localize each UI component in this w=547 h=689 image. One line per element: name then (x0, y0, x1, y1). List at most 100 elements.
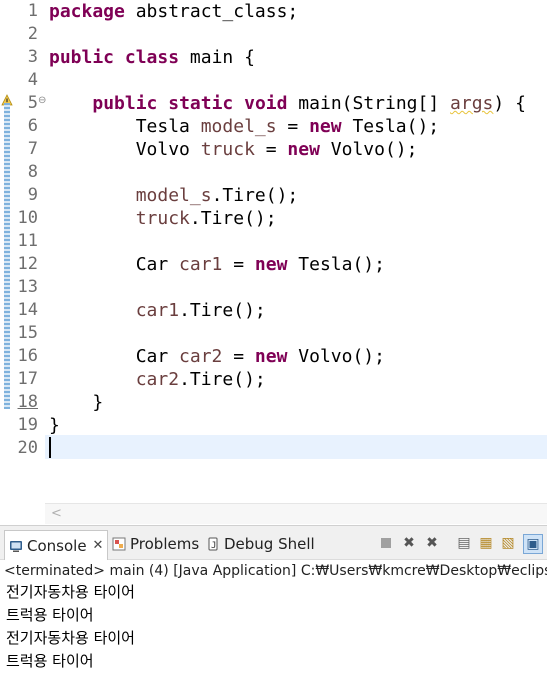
code-token: Tesla (49, 116, 201, 137)
line-number: 20 (17, 438, 38, 458)
code-token: Car (49, 254, 180, 275)
code-line[interactable]: truck.Tire(); (49, 207, 277, 230)
keyword-token: new (254, 346, 288, 367)
variable-token: truck (135, 208, 190, 229)
keyword-token: public (49, 47, 115, 68)
code-token: main { (179, 47, 255, 68)
code-line[interactable]: Volvo truck = new Volvo(); (49, 138, 418, 161)
line-number: 4 (27, 70, 38, 90)
line-number: 10 (17, 208, 38, 228)
code-line[interactable]: public class main { (49, 46, 255, 69)
code-token: Tesla(); (287, 254, 385, 275)
keyword-token: new (254, 254, 288, 275)
code-line[interactable]: } (49, 391, 103, 414)
console-output-line: 전기자동차용 타이어 (6, 629, 135, 647)
code-token: Volvo (49, 139, 201, 160)
scroll-lock-icon[interactable]: ▦ (477, 534, 495, 552)
line-number: 5 (27, 93, 38, 113)
code-area[interactable]: package abstract_class;public class main… (49, 0, 547, 503)
debug-shell-icon: J (208, 537, 218, 551)
code-token: = (276, 116, 310, 137)
code-token: .Tire(); (179, 300, 266, 321)
line-number: 2 (27, 24, 38, 44)
text-caret (49, 437, 51, 458)
keyword-token: static (168, 93, 234, 114)
line-number: 19 (17, 415, 38, 435)
tab-debug-shell[interactable]: J Debug Shell (206, 532, 315, 556)
variable-token: car1 (179, 254, 223, 275)
tab-debug-shell-label: Debug Shell (224, 535, 315, 553)
variable-token: truck (200, 139, 255, 160)
line-number: 11 (17, 231, 38, 251)
close-icon[interactable]: ✕ (93, 538, 104, 553)
code-token: Volvo(); (287, 346, 385, 367)
remove-all-icon[interactable]: ✖ (423, 534, 441, 552)
line-number-gutter: 1 2 3 4 5 6 7 8 9 10 11 12 13 14 15 16 17 18 19 20 (14, 0, 45, 503)
remove-launch-icon[interactable]: ✖ (400, 534, 418, 552)
code-editor[interactable]: 1 2 3 4 5 6 7 8 9 10 11 12 13 14 15 16 17 18 19 20 package … (0, 0, 547, 524)
pin-console-icon[interactable]: ▣ (523, 534, 543, 554)
horizontal-scrollbar[interactable]: < (45, 503, 547, 524)
line-number: 18 (17, 392, 38, 412)
overview-ruler (0, 0, 14, 503)
console-output-line: 트럭용 타이어 (6, 606, 94, 624)
keyword-token: new (287, 139, 320, 160)
code-token: .Tire(); (189, 208, 277, 229)
line-number: 9 (27, 185, 38, 205)
code-line[interactable]: public static void main(String[] args) { (49, 92, 526, 115)
code-line[interactable]: Tesla model_s = new Tesla(); (49, 115, 439, 138)
tab-problems[interactable]: Problems (112, 532, 199, 556)
code-line[interactable]: Car car2 = new Volvo(); (49, 345, 385, 368)
code-token: main(String[] (287, 93, 451, 114)
word-wrap-icon[interactable]: ▧ (499, 534, 517, 552)
code-line[interactable]: car2.Tire(); (49, 368, 266, 391)
code-line[interactable]: model_s.Tire(); (49, 184, 299, 207)
code-token: Volvo(); (319, 139, 418, 160)
tab-console-label: Console (27, 536, 87, 555)
variable-token: model_s (200, 116, 277, 137)
fold-toggle-icon[interactable]: ⊖ (38, 96, 47, 106)
keyword-token: new (309, 116, 342, 137)
code-token: = (254, 139, 288, 160)
code-token: abstract_class; (124, 1, 299, 22)
tab-problems-label: Problems (130, 535, 200, 553)
line-number: 8 (27, 162, 38, 182)
code-line[interactable]: Car car1 = new Tesla(); (49, 253, 385, 276)
code-line[interactable]: package abstract_class; (49, 0, 298, 23)
svg-text:J: J (211, 541, 216, 551)
code-token: = (222, 254, 255, 275)
code-token: ) { (493, 93, 526, 114)
line-number: 3 (27, 47, 38, 67)
console-icon (10, 540, 22, 552)
variable-token: args (450, 93, 494, 114)
line-number: 16 (17, 346, 38, 366)
console-output-line: 전기자동차용 타이어 (6, 583, 135, 601)
code-line[interactable]: car1.Tire(); (49, 299, 266, 322)
code-token: Car (49, 346, 180, 367)
tab-console[interactable]: Console ✕ (4, 530, 109, 560)
variable-token: car1 (135, 300, 180, 321)
clear-console-icon[interactable]: ▤ (455, 534, 473, 552)
code-token: .Tire(); (211, 185, 299, 206)
console-panel: Console ✕ Problems J Debug Shell ✖ ✖ ▤ ▦… (0, 525, 547, 689)
change-marker (4, 103, 10, 409)
launch-status: <terminated> main (4) [Java Application]… (4, 563, 547, 579)
keyword-token: void (244, 93, 288, 114)
code-line[interactable]: } (49, 414, 60, 437)
line-number: 1 (27, 1, 38, 21)
variable-token: car2 (179, 346, 223, 367)
line-number: 17 (17, 369, 38, 389)
line-number: 15 (17, 323, 38, 343)
code-token: .Tire(); (179, 369, 266, 390)
terminate-icon[interactable] (377, 534, 395, 552)
scroll-left-icon[interactable]: < (51, 506, 62, 521)
line-number: 7 (27, 139, 38, 159)
